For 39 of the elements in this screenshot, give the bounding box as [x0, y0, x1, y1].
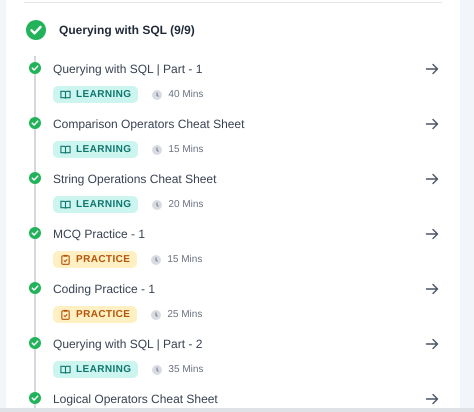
arrow-right-icon[interactable] — [425, 117, 439, 131]
duration-text: 40 Mins — [168, 88, 204, 102]
duration-text: 15 Mins — [168, 143, 204, 157]
lesson-title[interactable]: Coding Practice - 1 — [53, 280, 425, 298]
clock-icon — [152, 200, 162, 210]
clipboard-icon — [60, 254, 71, 265]
arrow-right-icon[interactable] — [425, 172, 439, 186]
arrow-right-icon[interactable] — [425, 337, 439, 351]
type-tag: LEARNING — [53, 141, 138, 158]
book-icon — [60, 144, 71, 155]
duration-text: 15 Mins — [167, 253, 202, 267]
clock-icon — [151, 254, 162, 264]
type-tag: LEARNING — [53, 86, 138, 103]
section-title[interactable]: Querying with SQL (9/9) — [59, 20, 195, 38]
type-tag: LEARNING — [53, 196, 138, 213]
book-icon — [60, 89, 71, 100]
book-icon — [60, 199, 71, 210]
type-tag: PRACTICE — [53, 251, 138, 268]
arrow-right-icon[interactable] — [425, 282, 439, 296]
arrow-right-icon[interactable] — [425, 227, 439, 241]
clock-icon — [151, 310, 162, 320]
lesson-title[interactable]: MCQ Practice - 1 — [53, 225, 425, 243]
clipboard-icon — [60, 309, 71, 320]
clock-icon — [152, 364, 162, 374]
duration-text: 35 Mins — [168, 363, 204, 377]
type-tag: PRACTICE — [53, 306, 138, 323]
lesson-title[interactable]: Comparison Operators Cheat Sheet — [53, 115, 425, 133]
type-tag: LEARNING — [53, 361, 138, 378]
lesson-title[interactable]: String Operations Cheat Sheet — [53, 170, 425, 188]
duration-text: 20 Mins — [168, 198, 204, 212]
clock-icon — [152, 144, 162, 154]
lesson-title[interactable]: Querying with SQL | Part - 2 — [53, 335, 425, 353]
lesson-title[interactable]: Logical Operators Cheat Sheet — [53, 390, 425, 408]
clock-icon — [152, 90, 162, 100]
duration-text: 25 Mins — [167, 308, 202, 322]
arrow-right-icon[interactable] — [425, 62, 439, 76]
book-icon — [60, 364, 71, 375]
arrow-right-icon[interactable] — [425, 392, 439, 406]
lesson-title[interactable]: Querying with SQL | Part - 1 — [53, 60, 425, 78]
